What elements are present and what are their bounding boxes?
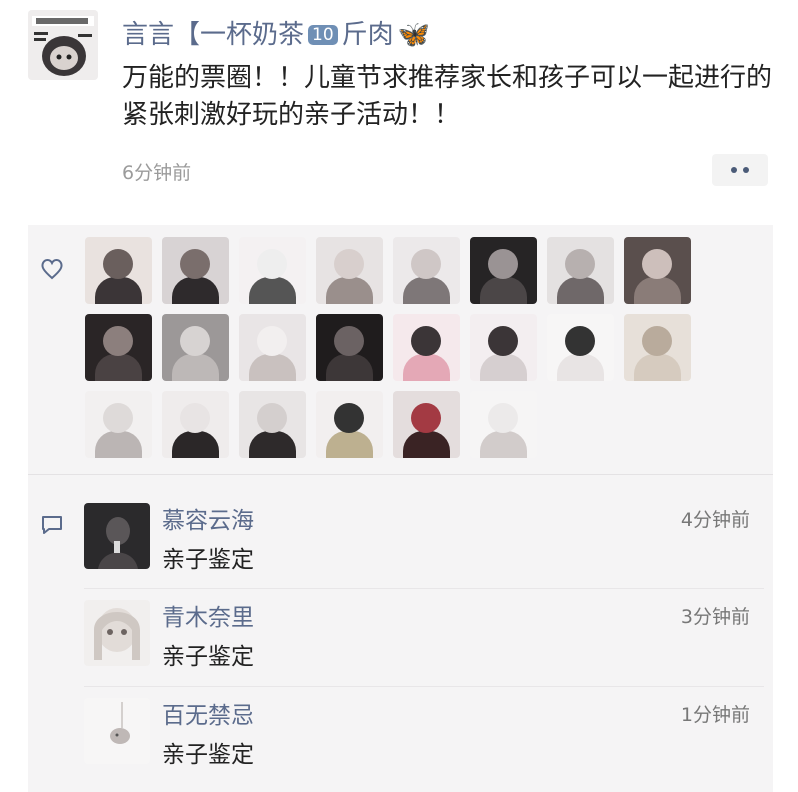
poster-name[interactable]: 言言【一杯奶茶 10 斤肉 🦋 [122,14,430,51]
comment-text: 亲子鉴定 [162,742,254,768]
likes-comments-divider [28,474,773,475]
liker-avatar-head [565,326,595,356]
poster-name-text-suffix: 斤肉 [341,20,394,50]
comment-divider [84,588,764,589]
liker-avatar[interactable] [470,391,537,458]
liker-avatar-body [249,354,296,381]
poster-avatar[interactable] [28,10,98,80]
comment-item[interactable]: 青木奈里 3分钟前 亲子鉴定 [84,600,764,680]
more-dot [731,167,737,173]
liker-avatar-head [257,403,287,433]
liker-avatar-head [642,249,672,279]
liker-avatar[interactable] [470,314,537,381]
liker-avatar-body [95,354,142,381]
liker-avatar-body [557,277,604,304]
liker-avatar-body [403,277,450,304]
liker-avatar[interactable] [316,391,383,458]
commenter-name[interactable]: 青木奈里 [162,598,254,632]
post-time: 6分钟前 [122,162,192,184]
poster-name-text: 言言【一杯奶茶 [122,20,305,50]
commenter-name[interactable]: 慕容云海 [162,501,254,535]
liker-avatar[interactable] [85,391,152,458]
liker-avatar-head [103,249,133,279]
liker-avatar[interactable] [162,237,229,304]
liker-avatar-body [249,277,296,304]
liker-avatar[interactable] [470,237,537,304]
more-dot [743,167,749,173]
liker-avatar-head [488,249,518,279]
liker-avatar-head [257,249,287,279]
commenter-avatar[interactable] [84,600,150,666]
liker-avatar-head [411,326,441,356]
liker-avatar[interactable] [316,314,383,381]
comment-time: 3分钟前 [680,606,750,628]
comment-bubble-icon [40,514,64,540]
liker-avatar[interactable] [162,391,229,458]
liker-avatar-head [334,249,364,279]
liker-avatar[interactable] [162,314,229,381]
liker-avatar-body [403,354,450,381]
liker-avatar-head [103,403,133,433]
liker-avatar-body [634,277,681,304]
liker-avatar-body [95,277,142,304]
liker-avatar[interactable] [316,237,383,304]
liker-avatar-head [411,249,441,279]
liker-avatar[interactable] [393,237,460,304]
liker-avatar-body [172,277,219,304]
comment-item[interactable]: 慕容云海 4分钟前 亲子鉴定 [84,503,764,583]
liker-avatar-head [565,249,595,279]
liker-avatar-head [642,326,672,356]
likers-grid [85,237,705,458]
comment-text: 亲子鉴定 [162,547,254,573]
liker-avatar-body [634,354,681,381]
liker-avatar-body [326,354,373,381]
liker-avatar-head [334,403,364,433]
liker-avatar-body [557,354,604,381]
liker-avatar-body [403,431,450,458]
liker-avatar-head [257,326,287,356]
liker-avatar-body [326,431,373,458]
liker-avatar-body [480,431,527,458]
liker-avatar-body [249,431,296,458]
liker-avatar[interactable] [393,391,460,458]
comment-time: 4分钟前 [680,509,750,531]
liker-avatar[interactable] [239,391,306,458]
liker-avatar-head [103,326,133,356]
liker-avatar-body [480,277,527,304]
liker-avatar-body [326,277,373,304]
comment-time: 1分钟前 [680,704,750,726]
more-button[interactable] [712,154,768,186]
liker-avatar[interactable] [624,314,691,381]
commenter-avatar[interactable] [84,503,150,569]
number-badge: 10 [308,25,338,45]
liker-avatar[interactable] [85,237,152,304]
commenter-name[interactable]: 百无禁忌 [162,696,254,730]
liker-avatar[interactable] [547,237,614,304]
comment-divider [84,686,764,687]
liker-avatar-head [180,326,210,356]
liker-avatar[interactable] [239,314,306,381]
liker-avatar-head [334,326,364,356]
liker-avatar-body [95,431,142,458]
liker-avatar[interactable] [547,314,614,381]
butterfly-emoji-icon: 🦋 [397,20,431,50]
liker-avatar-head [488,326,518,356]
liker-avatar[interactable] [239,237,306,304]
liker-avatar[interactable] [624,237,691,304]
comment-item[interactable]: 百无禁忌 1分钟前 亲子鉴定 [84,698,764,778]
liker-avatar-body [172,354,219,381]
moments-post: 言言【一杯奶茶 10 斤肉 🦋 万能的票圈！！儿童节求推荐家长和孩子可以一起进行的紧张… [0,0,798,792]
heart-icon [40,258,64,284]
liker-avatar-head [180,249,210,279]
post-content: 万能的票圈！！儿童节求推荐家长和孩子可以一起进行的紧张刺激好玩的亲子活动！！ [122,63,773,130]
liker-avatar-body [480,354,527,381]
commenter-avatar[interactable] [84,698,150,764]
liker-avatar-head [488,403,518,433]
liker-avatar-head [180,403,210,433]
liker-avatar[interactable] [85,314,152,381]
liker-avatar-body [172,431,219,458]
comment-text: 亲子鉴定 [162,644,254,670]
liker-avatar[interactable] [393,314,460,381]
liker-avatar-head [411,403,441,433]
